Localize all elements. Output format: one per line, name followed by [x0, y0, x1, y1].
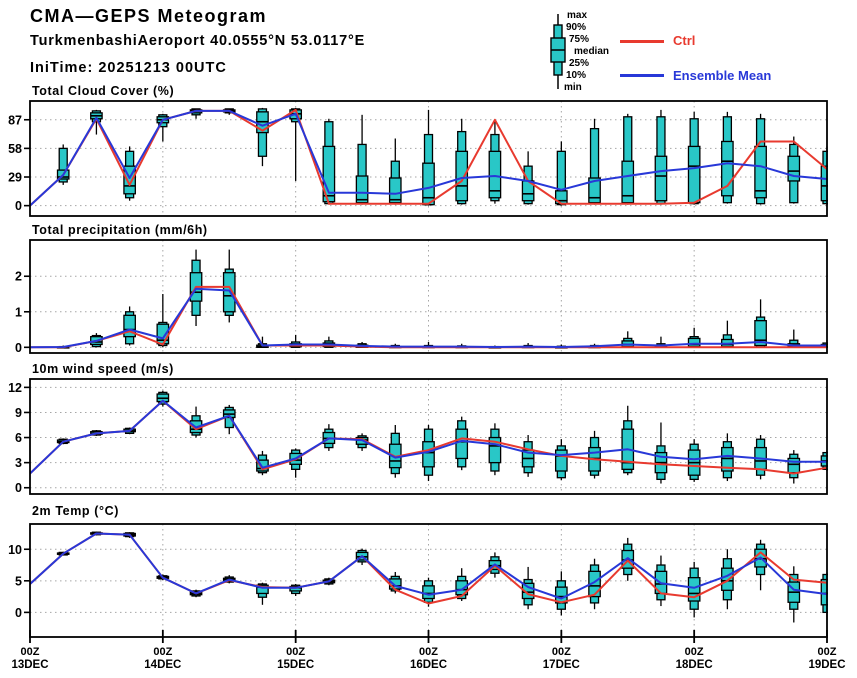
y-axis-temp-2m: 0 5 10	[8, 543, 827, 620]
ensemble-boxes	[56, 249, 828, 349]
x-tick-label-date: 14DEC	[144, 659, 181, 671]
ensemble-box	[521, 151, 535, 205]
ensemble-box	[90, 109, 103, 135]
x-tick-label-date: 19DEC	[808, 659, 845, 671]
x-tick-label-hour: 00Z	[153, 646, 172, 658]
ensemble-box	[754, 539, 767, 591]
x-tick-label-date: 17DEC	[543, 659, 580, 671]
box-25-75	[687, 337, 701, 348]
y-tick-label: 12	[8, 381, 22, 395]
ensemble-box	[521, 435, 535, 477]
x-tick-label-date: 13DEC	[11, 659, 48, 671]
ensemble-box	[289, 583, 303, 596]
ensemble-box	[621, 405, 635, 476]
ensemble-box	[654, 109, 668, 205]
ensemble-box	[355, 114, 369, 205]
ensemble-box	[123, 306, 136, 346]
ensemble-box	[721, 549, 734, 610]
ensemble-box	[488, 119, 502, 204]
y-tick-label: 0	[15, 341, 22, 355]
ensemble-box	[687, 561, 701, 618]
y-tick-label: 1	[15, 305, 22, 319]
ensemble-box	[256, 107, 269, 167]
box-25-75	[455, 150, 469, 202]
box-25-75	[654, 155, 668, 202]
box-25-75	[455, 428, 469, 460]
x-tick-label-date: 16DEC	[410, 659, 447, 671]
ensemble-box	[222, 404, 236, 435]
box-25-75	[687, 145, 701, 204]
y-tick-label: 0	[15, 199, 22, 213]
y-tick-label: 6	[15, 431, 22, 445]
box-25-75	[355, 175, 369, 204]
y-axis-wind-speed-10m: 0 3 6 9 12	[8, 381, 827, 495]
panel-total-cloud-cover: 0 29 58 87	[8, 100, 828, 217]
panel-wind-speed-10m: 0 3 6 9 12	[8, 378, 828, 495]
ensemble-boxes	[56, 531, 828, 623]
ensemble-box	[554, 571, 568, 616]
ensemble-box	[721, 111, 734, 204]
x-tick-label-date: 15DEC	[277, 659, 314, 671]
ensemble-box	[787, 566, 801, 623]
y-tick-label: 3	[15, 456, 22, 470]
ensemble-box	[189, 406, 203, 438]
x-tick-label-hour: 00Z	[685, 646, 704, 658]
ensemble-box	[554, 141, 568, 206]
ensemble-box	[455, 118, 469, 205]
ensemble-box	[687, 111, 701, 205]
y-tick-label: 87	[8, 113, 22, 127]
ensemble-box	[654, 422, 668, 484]
y-tick-label: 0	[15, 481, 22, 495]
ensemble-box	[388, 425, 402, 478]
ensemble-box	[455, 416, 469, 471]
x-tick-label-hour: 00Z	[21, 646, 40, 658]
x-tick-label-hour: 00Z	[286, 646, 305, 658]
ensemble-box	[588, 118, 601, 205]
x-tick-label-hour: 00Z	[818, 646, 837, 658]
y-tick-label: 2	[15, 270, 22, 284]
y-tick-label: 5	[15, 574, 22, 588]
y-tick-label: 9	[15, 406, 22, 420]
ensemble-box	[488, 423, 502, 476]
y-axis-total-precipitation: 0 1 2	[15, 270, 827, 355]
x-tick-label-hour: 00Z	[552, 646, 571, 658]
ensemble-box	[621, 113, 635, 205]
ensemble-box	[289, 448, 303, 478]
panel-temp-2m: 0 5 10	[8, 523, 828, 638]
y-tick-label: 10	[8, 543, 22, 557]
meteogram-page: CMA—GEPS Meteogram TurkmenbashiAeroport …	[0, 0, 857, 678]
ensemble-box	[754, 113, 767, 205]
y-tick-label: 0	[15, 606, 22, 620]
box-25-75	[554, 449, 568, 472]
y-tick-label: 29	[8, 171, 22, 185]
ensemble-box	[687, 439, 701, 482]
x-tick-label-date: 18DEC	[676, 659, 713, 671]
ensemble-box	[422, 109, 435, 206]
panel-total-precipitation: 0 1 2	[15, 239, 828, 355]
y-tick-label: 58	[8, 142, 22, 156]
box-25-75	[422, 585, 435, 600]
ensemble-box	[754, 299, 767, 348]
meteogram-chart: 0295887012036912051000Z13DEC00Z14DEC00Z1…	[8, 100, 846, 671]
box-25-75	[422, 441, 435, 468]
ensemble-box	[123, 146, 136, 201]
box-25-75	[721, 567, 734, 591]
x-tick-label-hour: 00Z	[419, 646, 438, 658]
ensemble-box	[787, 450, 801, 484]
ensemble-box	[554, 439, 568, 481]
ensemble-box	[588, 430, 601, 479]
ensemble-box	[787, 136, 801, 204]
